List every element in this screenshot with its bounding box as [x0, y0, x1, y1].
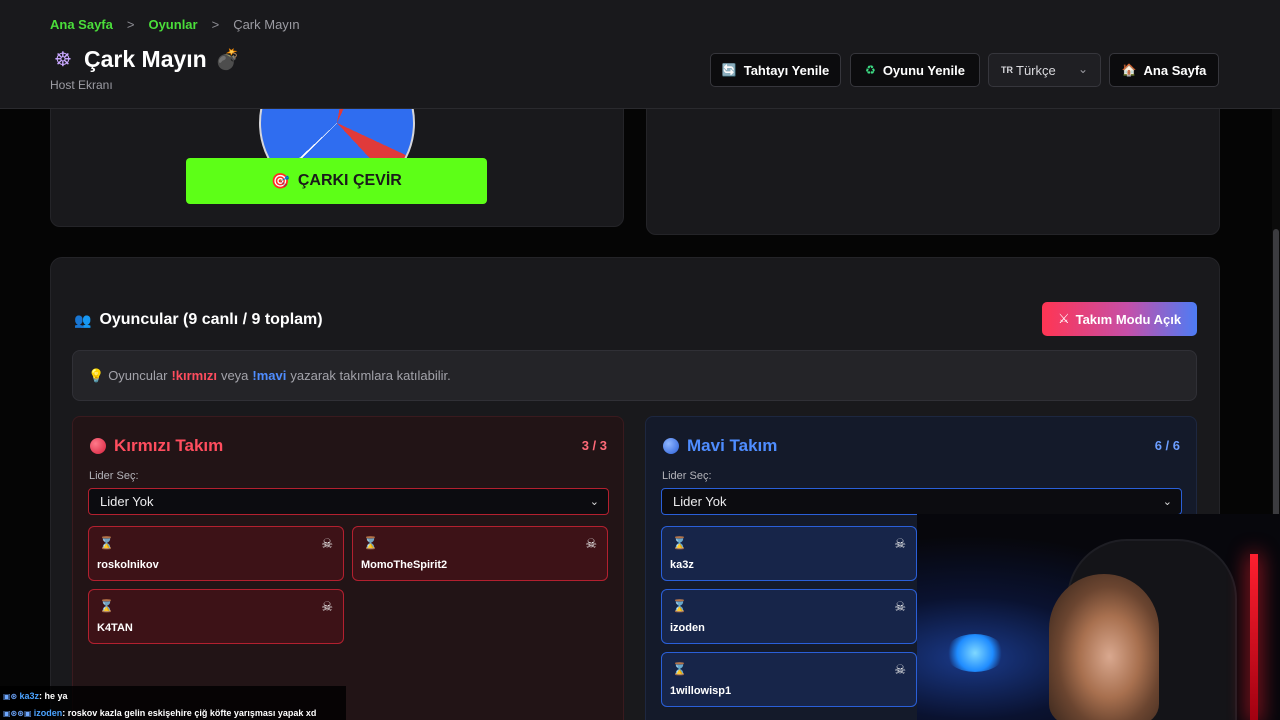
hourglass-icon: ⌛ [99, 599, 114, 613]
chevron-down-icon: ⌄ [589, 496, 599, 508]
home-button[interactable]: 🏠 Ana Sayfa [1109, 53, 1219, 87]
home-button-label: Ana Sayfa [1143, 62, 1207, 78]
breadcrumb-separator: > [126, 17, 135, 32]
breadcrumb: Ana Sayfa > Oyunlar > Çark Mayın [50, 17, 300, 32]
kick-player-icon[interactable]: ☠ [894, 662, 906, 678]
kick-player-icon[interactable]: ☠ [585, 536, 597, 552]
hint-blue-command: !mavi [252, 368, 287, 383]
red-leader-value: Lider Yok [100, 494, 154, 509]
swords-icon: ⚔ [1057, 311, 1070, 326]
player-name: 1willowisp1 [670, 685, 732, 697]
player-card[interactable]: ⌛ ☠ 1willowisp1 [661, 652, 917, 707]
player-card[interactable]: ⌛ ☠ roskolnikov [88, 526, 344, 581]
top-header: Ana Sayfa > Oyunlar > Çark Mayın ☸ Çark … [0, 0, 1280, 109]
hint-red-command: !kırmızı [171, 368, 217, 383]
page-title: Çark Mayın [84, 46, 207, 72]
player-card[interactable]: ⌛ ☠ K4TAN [88, 589, 344, 644]
chat-text: : roskov kazla gelin eskişehire çiğ köft… [62, 708, 317, 718]
player-name: roskolnikov [97, 559, 159, 571]
red-team-count: 3 / 3 [581, 438, 607, 453]
breadcrumb-separator: > [211, 17, 220, 32]
player-card[interactable]: ⌛ ☠ MomoTheSpirit2 [352, 526, 608, 581]
spin-wheel-label: ÇARKI ÇEVİR [297, 172, 402, 189]
refresh-icon: 🔄 [721, 63, 737, 77]
player-name: izoden [670, 622, 705, 634]
hint-suffix: yazarak takımlara katılabilir. [290, 368, 451, 383]
kick-player-icon[interactable]: ☠ [321, 599, 333, 615]
webcam-overlay [917, 514, 1280, 720]
chat-username: ka3z [19, 691, 40, 701]
chat-text: : he ya [39, 691, 68, 701]
red-leader-label: Lider Seç: [89, 470, 139, 482]
chat-message: ▣⊛⊛▣ izoden: roskov kazla gelin eskişehi… [3, 705, 343, 720]
blue-team-count: 6 / 6 [1154, 438, 1180, 453]
red-team-panel: Kırmızı Takım 3 / 3 Lider Seç: Lider Yok… [72, 416, 624, 720]
refresh-board-label: Tahtayı Yenile [743, 62, 830, 78]
bomb-icon: 💣 [215, 49, 241, 71]
players-heading: 👥 Oyuncular (9 canlı / 9 toplam) [74, 311, 323, 329]
chat-message: ▣⊛ ka3z: he ya [3, 688, 343, 705]
recycle-icon: ♻ [865, 63, 876, 77]
kick-player-icon[interactable]: ☠ [321, 536, 333, 552]
hint-mid: veya [220, 368, 249, 383]
player-name: K4TAN [97, 622, 133, 634]
chat-badge-icon: ▣⊛ [3, 692, 20, 701]
player-name: MomoTheSpirit2 [361, 559, 448, 571]
kick-player-icon[interactable]: ☠ [894, 599, 906, 615]
hourglass-icon: ⌛ [99, 536, 114, 550]
blue-leader-value: Lider Yok [673, 494, 727, 509]
chat-badge-icon: ▣⊛⊛▣ [3, 709, 34, 718]
hourglass-icon: ⌛ [672, 662, 687, 676]
player-card[interactable]: ⌛ ☠ izoden [661, 589, 917, 644]
wheel-icon: ☸ [54, 49, 72, 71]
player-card[interactable]: ⌛ ☠ ka3z [661, 526, 917, 581]
spin-wheel-button[interactable]: 🎯 ÇARKI ÇEVİR [186, 158, 487, 204]
webcam-streamer [1049, 574, 1159, 720]
restart-game-label: Oyunu Yenile [882, 62, 965, 78]
hourglass-icon: ⌛ [363, 536, 378, 550]
webcam-red-light [1250, 554, 1258, 720]
blue-team-name: Mavi Takım [687, 436, 778, 455]
language-select[interactable]: TR Türkçe ⌄ [988, 53, 1101, 87]
lightbulb-icon: 💡 [88, 367, 105, 383]
page-subtitle: Host Ekranı [50, 78, 113, 92]
chat-username: izoden [33, 708, 63, 718]
blue-circle-icon [663, 438, 679, 454]
team-mode-toggle-button[interactable]: ⚔ Takım Modu Açık [1042, 302, 1197, 336]
red-team-heading: Kırmızı Takım [90, 436, 223, 456]
chevron-down-icon: ⌄ [1077, 62, 1088, 76]
blue-leader-label: Lider Seç: [662, 470, 712, 482]
chat-overlay: ▣⊛ ka3z: he ya ▣⊛⊛▣ izoden: roskov kazla… [0, 686, 346, 720]
hourglass-icon: ⌛ [672, 599, 687, 613]
breadcrumb-current: Çark Mayın [233, 17, 300, 32]
players-title: Oyuncular (9 canlı / 9 toplam) [99, 311, 323, 328]
house-icon: 🏠 [1121, 63, 1137, 77]
page-title-row: ☸ Çark Mayın 💣 [50, 46, 241, 73]
breadcrumb-home-link[interactable]: Ana Sayfa [50, 17, 113, 32]
chevron-down-icon: ⌄ [1162, 496, 1172, 508]
refresh-board-button[interactable]: 🔄 Tahtayı Yenile [710, 53, 841, 87]
blue-leader-select[interactable]: Lider Yok ⌄ [661, 488, 1182, 515]
red-leader-select[interactable]: Lider Yok ⌄ [88, 488, 609, 515]
player-name: ka3z [670, 559, 694, 571]
flag-icon: TR [1001, 65, 1013, 75]
hourglass-icon: ⌛ [672, 536, 687, 550]
team-mode-label: Takım Modu Açık [1075, 311, 1182, 327]
blue-team-heading: Mavi Takım [663, 436, 777, 456]
red-team-name: Kırmızı Takım [114, 436, 224, 455]
breadcrumb-games-link[interactable]: Oyunlar [148, 17, 197, 32]
red-circle-icon [90, 438, 106, 454]
restart-game-button[interactable]: ♻ Oyunu Yenile [850, 53, 980, 87]
language-label: Türkçe [1016, 62, 1056, 78]
webcam-lamp [945, 634, 1005, 672]
target-icon: 🎯 [271, 173, 290, 190]
hint-prefix: Oyuncular [108, 368, 168, 383]
join-hint: 💡 Oyuncular !kırmızı veya !mavi yazarak … [72, 350, 1197, 401]
side-panel [646, 90, 1220, 235]
people-icon: 👥 [74, 311, 92, 328]
kick-player-icon[interactable]: ☠ [894, 536, 906, 552]
